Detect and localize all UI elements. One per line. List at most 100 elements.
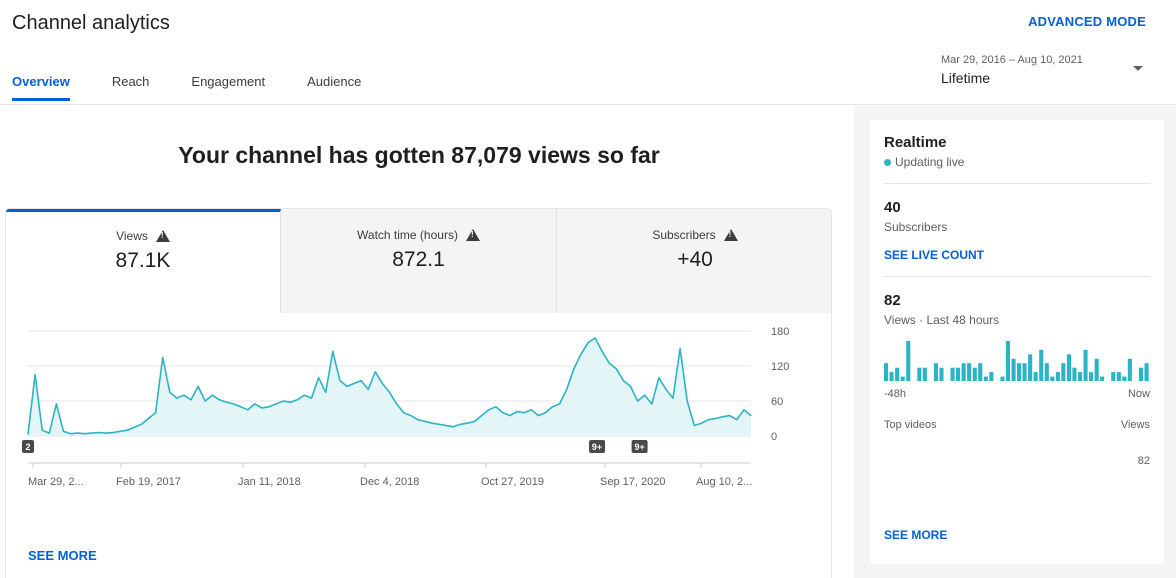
see-live-count-button[interactable]: SEE LIVE COUNT [884,248,1150,262]
metric-label: Views [116,229,148,243]
data-point [254,403,256,405]
realtime-bar [989,372,994,381]
data-point [381,382,383,385]
tab-audience[interactable]: Audience [307,74,361,101]
warning-icon [155,230,170,242]
data-point [615,368,617,370]
data-point [700,422,703,424]
data-point [225,401,228,403]
data-point [523,412,525,414]
realtime-bar [1122,376,1127,381]
annotation-badge[interactable]: 2 [22,440,34,453]
realtime-bar [1022,363,1027,381]
header: Channel analytics ADVANCED MODE Overview… [0,0,1176,105]
data-point [27,433,29,435]
data-point [91,432,93,434]
realtime-bar [972,367,977,381]
realtime-bar [884,363,889,381]
realtime-bar [1072,367,1077,381]
data-point [133,426,135,428]
views-chart: 180 120 60 0 2 9+ 9+ Mar 29, 2... Feb 19, 2017 Ja… [6,313,831,543]
realtime-bar [917,367,922,381]
metric-value: 87.1K [115,249,171,272]
data-point [424,420,426,422]
realtime-bar [900,376,905,381]
x-tick-label: Sep 17, 2020 [600,476,665,488]
data-point [722,416,724,418]
annotation-badge[interactable]: 9+ [631,440,648,453]
data-point [197,385,199,387]
metric-tab-views[interactable]: Views 87.1K [6,209,281,313]
data-point [318,377,320,379]
realtime-bar [1044,363,1049,381]
views-headline: Your channel has gotten 87,079 views so … [178,142,660,168]
realtime-views-label: Views · Last 48 hours [884,313,1000,327]
realtime-bar [1000,376,1005,381]
data-point [211,394,213,396]
realtime-bar [906,341,911,381]
realtime-axis: -48h Now [884,388,1150,400]
advanced-mode-button[interactable]: ADVANCED MODE [1028,14,1146,29]
realtime-bar [1138,367,1143,381]
data-point [559,403,561,405]
warning-icon [465,229,480,241]
data-point [126,429,128,431]
realtime-bar [1011,358,1016,381]
data-point [474,420,476,422]
data-point [509,415,511,417]
realtime-bar [1089,372,1094,381]
data-point [275,403,277,405]
annotation-badge[interactable]: 9+ [589,440,606,453]
realtime-bar [961,363,966,381]
date-period-label: Lifetime [941,70,991,86]
metrics-card: Views 87.1K Watch time (hours) 872.1 Sub… [5,208,832,578]
realtime-bar [1028,354,1033,381]
realtime-bars-svg [884,341,1149,381]
live-status-text: Updating live [895,155,965,169]
data-point [69,433,72,435]
live-dot-icon [884,158,891,166]
data-point [62,430,64,432]
data-point [622,380,625,382]
data-point [736,419,738,421]
metric-tab-watch-time[interactable]: Watch time (hours) 872.1 [281,209,557,313]
tab-engagement[interactable]: Engagement [191,74,265,101]
data-point [346,385,348,387]
data-point [282,400,284,402]
metric-tab-subscribers[interactable]: Subscribers +40 [557,209,831,313]
realtime-title: Realtime [884,134,947,151]
x-tick-label: Aug 10, 2... [696,476,752,488]
data-point [374,371,376,373]
tab-overview[interactable]: Overview [12,74,70,101]
data-point [629,385,632,387]
date-range-picker[interactable]: Mar 29, 2016 – Aug 10, 2021 Lifetime [941,54,1151,94]
data-point [353,382,355,385]
axis-right-label: Now [1127,388,1150,400]
svg-text:9+: 9+ [634,442,644,452]
realtime-bar [1094,358,1099,381]
data-point [594,337,596,339]
see-more-realtime-button[interactable]: SEE MORE [884,528,947,542]
see-more-button[interactable]: SEE MORE [28,548,97,563]
realtime-bar-chart [884,341,1150,381]
x-tick-label: Jan 11, 2018 [238,476,301,488]
data-point [729,415,731,417]
realtime-bar [956,367,961,381]
axis-left-label: -48h [884,388,907,400]
main-panel: Your channel has gotten 87,079 views so … [0,106,852,578]
data-point [665,388,667,390]
data-point [190,399,192,401]
data-point [431,422,433,424]
data-point [466,422,469,424]
views-column-label: Views [1120,419,1150,431]
data-point [658,377,660,379]
x-tick-label: Feb 19, 2017 [116,476,181,488]
data-point [715,417,717,420]
data-point [296,399,298,401]
data-point [530,409,532,411]
data-point [438,423,440,425]
data-point [551,406,554,408]
tab-reach[interactable]: Reach [112,74,150,101]
data-point [147,417,150,420]
data-point [310,397,313,399]
